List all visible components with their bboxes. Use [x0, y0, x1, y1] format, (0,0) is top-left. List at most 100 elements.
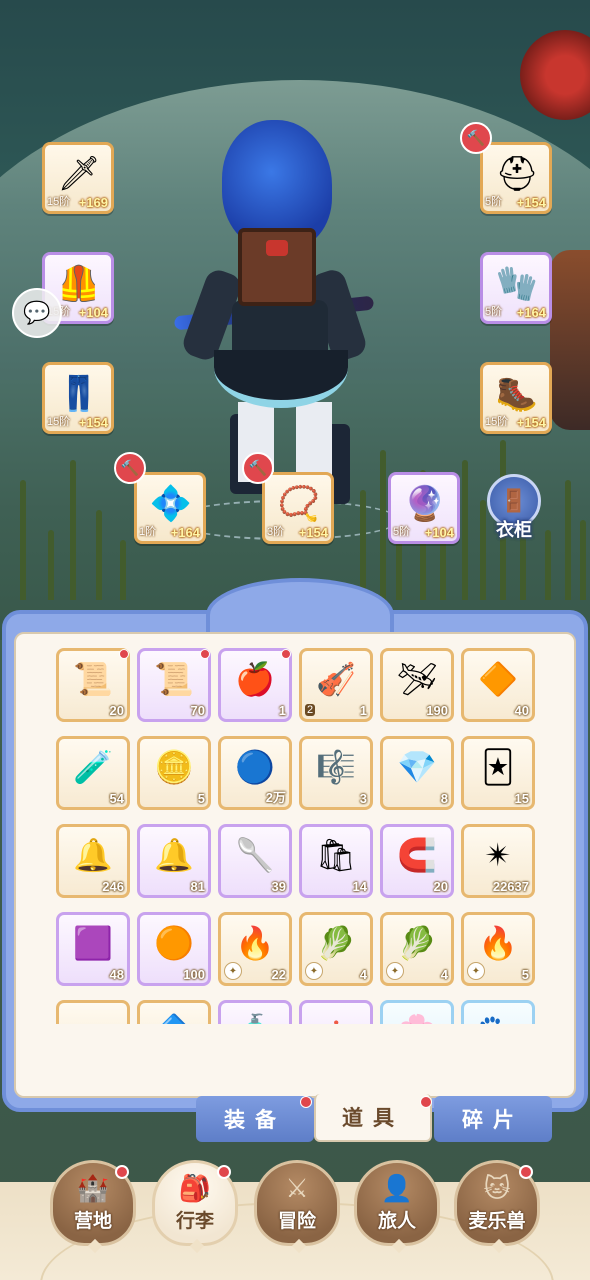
grass-blade [48, 530, 54, 600]
inventory-item[interactable]: 🔔 246 [56, 824, 130, 898]
item-count: 14 [352, 879, 367, 894]
inventory-item[interactable]: 📜 20 [56, 648, 130, 722]
inventory-item[interactable]: 🃏 15 [461, 736, 535, 810]
boots-slot[interactable]: 🥾 15阶 +154 [480, 362, 552, 434]
gauntlet-slot[interactable]: 🧤 5阶 +164 [480, 252, 552, 324]
slot-tier: 5阶 [485, 306, 503, 318]
inventory-item[interactable]: 🛍 14 [299, 824, 373, 898]
item-count: 48 [109, 967, 124, 982]
upgrade-hammer-icon[interactable]: 🔨 [242, 452, 274, 484]
sword-icon: 🗡 [57, 155, 101, 193]
item-count: 4 [359, 967, 367, 982]
tab-equipment-notification-dot [300, 1096, 312, 1108]
inventory-item[interactable]: 🧴 [218, 1000, 292, 1024]
inventory-item[interactable]: 💎 8 [380, 736, 454, 810]
boots-icon: 🥾 [495, 375, 539, 413]
inventory-item[interactable]: ✴ 22637 [461, 824, 535, 898]
inventory-item[interactable]: 🛩 190 [380, 648, 454, 722]
purple-scroll-icon: 📜 [154, 661, 194, 697]
grass-blade [70, 460, 76, 600]
armor-icon: 🦺 [57, 265, 101, 303]
inventory-item[interactable]: 🍎 1 [218, 648, 292, 722]
inventory-item[interactable]: 🎻 2 1 [299, 648, 373, 722]
gold-crystal-icon: 🔶 [478, 661, 518, 697]
inventory-item[interactable]: 🔷 [137, 1000, 211, 1024]
pants-icon: 👖 [57, 375, 101, 413]
item-grid-viewport[interactable]: 📜 20 📜 70 🍎 1 🎻 2 1 🛩 190 🔶 40 🧪 54 🪙 5 🔵 2万 🎼 3 💎 8 🃏 15 🔔 246 🔔 81… [54, 646, 538, 1024]
nav-pet[interactable]: 🐱 麦乐兽 [454, 1160, 540, 1254]
charm-slot[interactable]: 🔮 5阶 +104 [388, 472, 460, 544]
helmet-slot[interactable]: ⛑ 5阶 +154 [480, 142, 552, 214]
item-level-tag: 2 [305, 704, 316, 716]
backpack-icon: 🎒 [178, 1173, 212, 1203]
necklace-slot[interactable]: 📿 3阶 +154 [262, 472, 334, 544]
inventory-item[interactable]: 🔵 2万 [218, 736, 292, 810]
upgrade-hammer-icon[interactable]: 🔨 [114, 452, 146, 484]
nav-traveler[interactable]: 👤 旅人 [354, 1160, 440, 1254]
item-count: 1 [278, 703, 286, 718]
inventory-item[interactable]: 🪙 5 [137, 736, 211, 810]
slot-tier: 5阶 [485, 196, 503, 208]
nav-crossed-swords[interactable]: ⚔ 冒险 [254, 1160, 340, 1254]
inventory-item[interactable]: 🥬 ✦ 4 [380, 912, 454, 986]
inventory-item[interactable]: 🔥 ✦ 22 [218, 912, 292, 986]
apple-icon: 🍎 [235, 661, 275, 697]
slot-bonus: +154 [298, 525, 328, 540]
new-item-dot [119, 649, 129, 659]
item-count: 3 [359, 791, 367, 806]
inventory-item[interactable]: 🥬 ✦ 4 [299, 912, 373, 986]
inventory-item[interactable]: 🔔 81 [137, 824, 211, 898]
chat-bubble-icon: 💬 [23, 300, 51, 325]
player-character[interactable] [170, 110, 390, 510]
slot-bonus: +154 [516, 415, 546, 430]
inventory-item[interactable]: 🔸 [56, 1000, 130, 1024]
tab-items[interactable]: 道具 [314, 1094, 432, 1142]
ring-slot[interactable]: 💠 1阶 +164 [134, 472, 206, 544]
nav-castle[interactable]: 🏰 营地 [50, 1160, 136, 1254]
inventory-item[interactable]: 🥄 39 [218, 824, 292, 898]
flower-icon: 🌸 [395, 1009, 439, 1024]
inventory-item[interactable]: 🐾 [461, 1000, 535, 1024]
item-count: 246 [102, 879, 124, 894]
nav-backpack[interactable]: 🎒 行李 [152, 1160, 238, 1254]
inventory-item[interactable]: 🌸 [380, 1000, 454, 1024]
tab-label: 装备 [224, 1109, 286, 1132]
weapon-slot[interactable]: 🗡 15阶 +169 [42, 142, 114, 214]
pants-slot[interactable]: 👖 15阶 +154 [42, 362, 114, 434]
inventory-item[interactable]: 🔥 ✦ 5 [461, 912, 535, 986]
helmet-icon: ⛑ [495, 155, 539, 193]
item-count: 22637 [492, 879, 529, 894]
scroll-icon: 📜 [73, 661, 113, 697]
upgrade-hammer-icon[interactable]: 🔨 [460, 122, 492, 154]
bottle-icon: 🧴 [233, 1009, 277, 1024]
inventory-item[interactable]: 🔶 40 [461, 648, 535, 722]
item-count: 2万 [265, 790, 286, 805]
tab-fragments[interactable]: 碎片 [434, 1096, 552, 1142]
instrument-icon: 🎻 [316, 661, 356, 697]
tab-equipment[interactable]: 装备 [196, 1096, 314, 1142]
inventory-item[interactable]: 📜 70 [137, 648, 211, 722]
amber-gem-icon: 🟠 [154, 925, 194, 961]
inventory-item[interactable]: 🟠 100 [137, 912, 211, 986]
item-count: 15 [514, 791, 529, 806]
inventory-item[interactable]: 🟪 48 [56, 912, 130, 986]
inventory-item[interactable]: 🧲 20 [380, 824, 454, 898]
tab-label: 碎片 [462, 1109, 524, 1132]
pet-icon: 🐱 [483, 1173, 511, 1203]
inventory-item[interactable]: 🫖 [299, 1000, 373, 1024]
chat-button[interactable]: 💬 [12, 288, 62, 338]
slot-bonus: +104 [78, 305, 108, 320]
wardrobe-button[interactable]: 🚪 衣柜 [484, 474, 544, 546]
necklace-icon: 📿 [277, 485, 321, 523]
paper-plane-icon: 🛩 [396, 661, 438, 697]
inventory-item[interactable]: 🎼 3 [299, 736, 373, 810]
slot-tier: 15阶 [485, 416, 509, 428]
traveler-icon: 👤 [380, 1173, 414, 1203]
slot-bonus: +154 [78, 415, 108, 430]
ore-icon: 🔸 [71, 1009, 115, 1024]
new-item-dot [200, 649, 210, 659]
npc-creature-body [550, 250, 590, 430]
wardrobe-label: 衣柜 [496, 520, 532, 540]
inventory-item[interactable]: 🧪 54 [56, 736, 130, 810]
item-count: 40 [514, 703, 529, 718]
